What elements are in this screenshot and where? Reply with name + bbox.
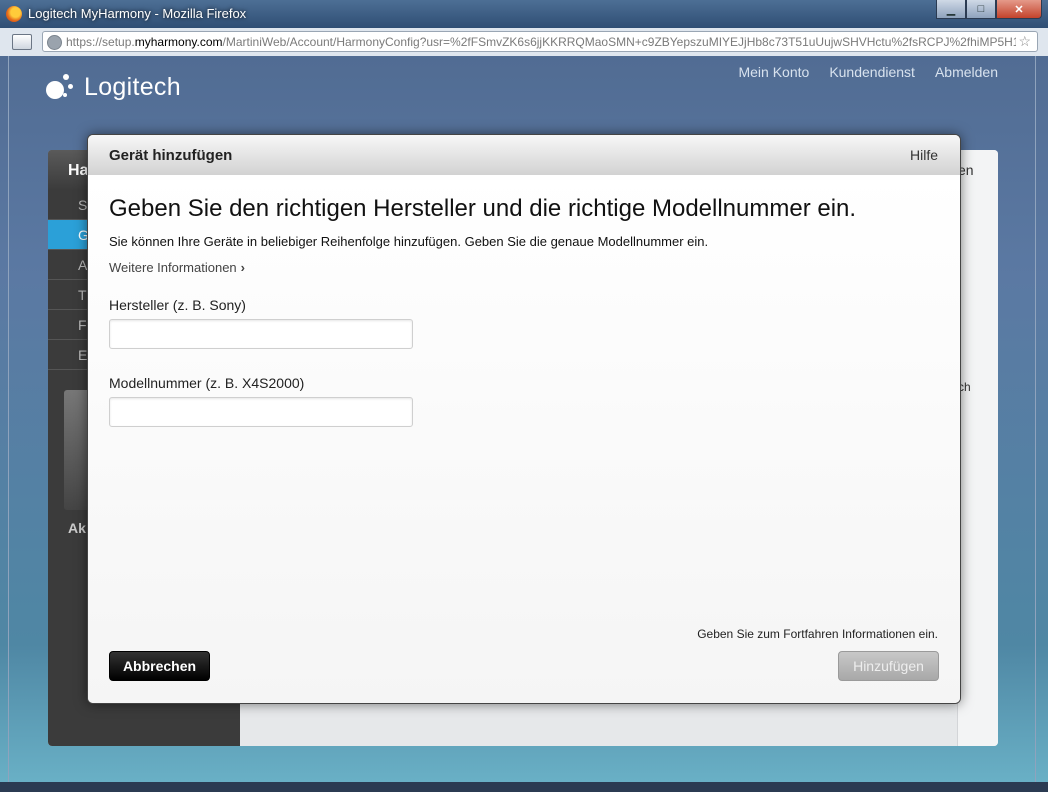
sidebar-footer: Ak <box>68 520 86 536</box>
nav-customer-service[interactable]: Kundendienst <box>829 64 915 80</box>
minimize-icon[interactable]: ▁ <box>936 0 966 19</box>
dialog-subtext: Sie können Ihre Geräte in beliebiger Rei… <box>109 234 709 249</box>
firefox-icon <box>6 6 22 22</box>
help-link[interactable]: Hilfe <box>910 147 938 163</box>
bookmark-star-icon[interactable]: ☆ <box>1018 33 1031 50</box>
url-prefix: https://setup. <box>66 35 135 49</box>
more-info-link[interactable]: Weitere Informationen › <box>109 260 245 275</box>
dialog-title: Gerät hinzufügen <box>109 147 233 164</box>
model-number-input[interactable] <box>109 397 413 427</box>
nav-my-account[interactable]: Mein Konto <box>738 64 809 80</box>
top-navigation: Mein Konto Kundendienst Abmelden <box>738 64 998 80</box>
background-right-column: en ch <box>957 150 998 746</box>
url-domain: myharmony.com <box>134 35 223 49</box>
window-titlebar: Logitech MyHarmony - Mozilla Firefox ▁ □… <box>0 0 1048 28</box>
logitech-mark-icon <box>46 72 76 102</box>
add-button[interactable]: Hinzufügen <box>838 651 939 681</box>
close-icon[interactable]: ✕ <box>996 0 1042 19</box>
manufacturer-input[interactable] <box>109 319 413 349</box>
cancel-button[interactable]: Abbrechen <box>109 651 210 681</box>
window-title: Logitech MyHarmony - Mozilla Firefox <box>28 6 247 21</box>
add-device-dialog: Gerät hinzufügen Hilfe Geben Sie den ric… <box>87 134 961 704</box>
globe-icon[interactable] <box>47 35 62 50</box>
more-info-label: Weitere Informationen <box>109 260 237 275</box>
logitech-logo[interactable]: Logitech <box>46 70 181 104</box>
logo-text: Logitech <box>84 72 181 101</box>
navigation-bar: https://setup.myharmony.com/MartiniWeb/A… <box>0 28 1048 57</box>
url-path: /MartiniWeb/Account/HarmonyConfig?usr=%2… <box>222 35 1016 49</box>
chevron-right-icon: › <box>240 260 246 275</box>
tab-groups-icon[interactable] <box>12 34 32 50</box>
dialog-body: Geben Sie den richtigen Hersteller und d… <box>88 175 960 703</box>
manufacturer-label: Hersteller (z. B. Sony) <box>109 297 246 313</box>
address-bar[interactable]: https://setup.myharmony.com/MartiniWeb/A… <box>42 31 1038 52</box>
nav-logout[interactable]: Abmelden <box>935 64 998 80</box>
continue-hint: Geben Sie zum Fortfahren Informationen e… <box>697 627 938 641</box>
dialog-heading: Geben Sie den richtigen Hersteller und d… <box>109 195 857 222</box>
dialog-header: Gerät hinzufügen Hilfe <box>88 135 960 176</box>
maximize-icon[interactable]: □ <box>966 0 996 19</box>
window-controls: ▁ □ ✕ <box>936 0 1042 20</box>
model-number-label: Modellnummer (z. B. X4S2000) <box>109 375 305 391</box>
address-text[interactable]: https://setup.myharmony.com/MartiniWeb/A… <box>66 35 1016 49</box>
window-bottom-edge <box>0 782 1048 792</box>
